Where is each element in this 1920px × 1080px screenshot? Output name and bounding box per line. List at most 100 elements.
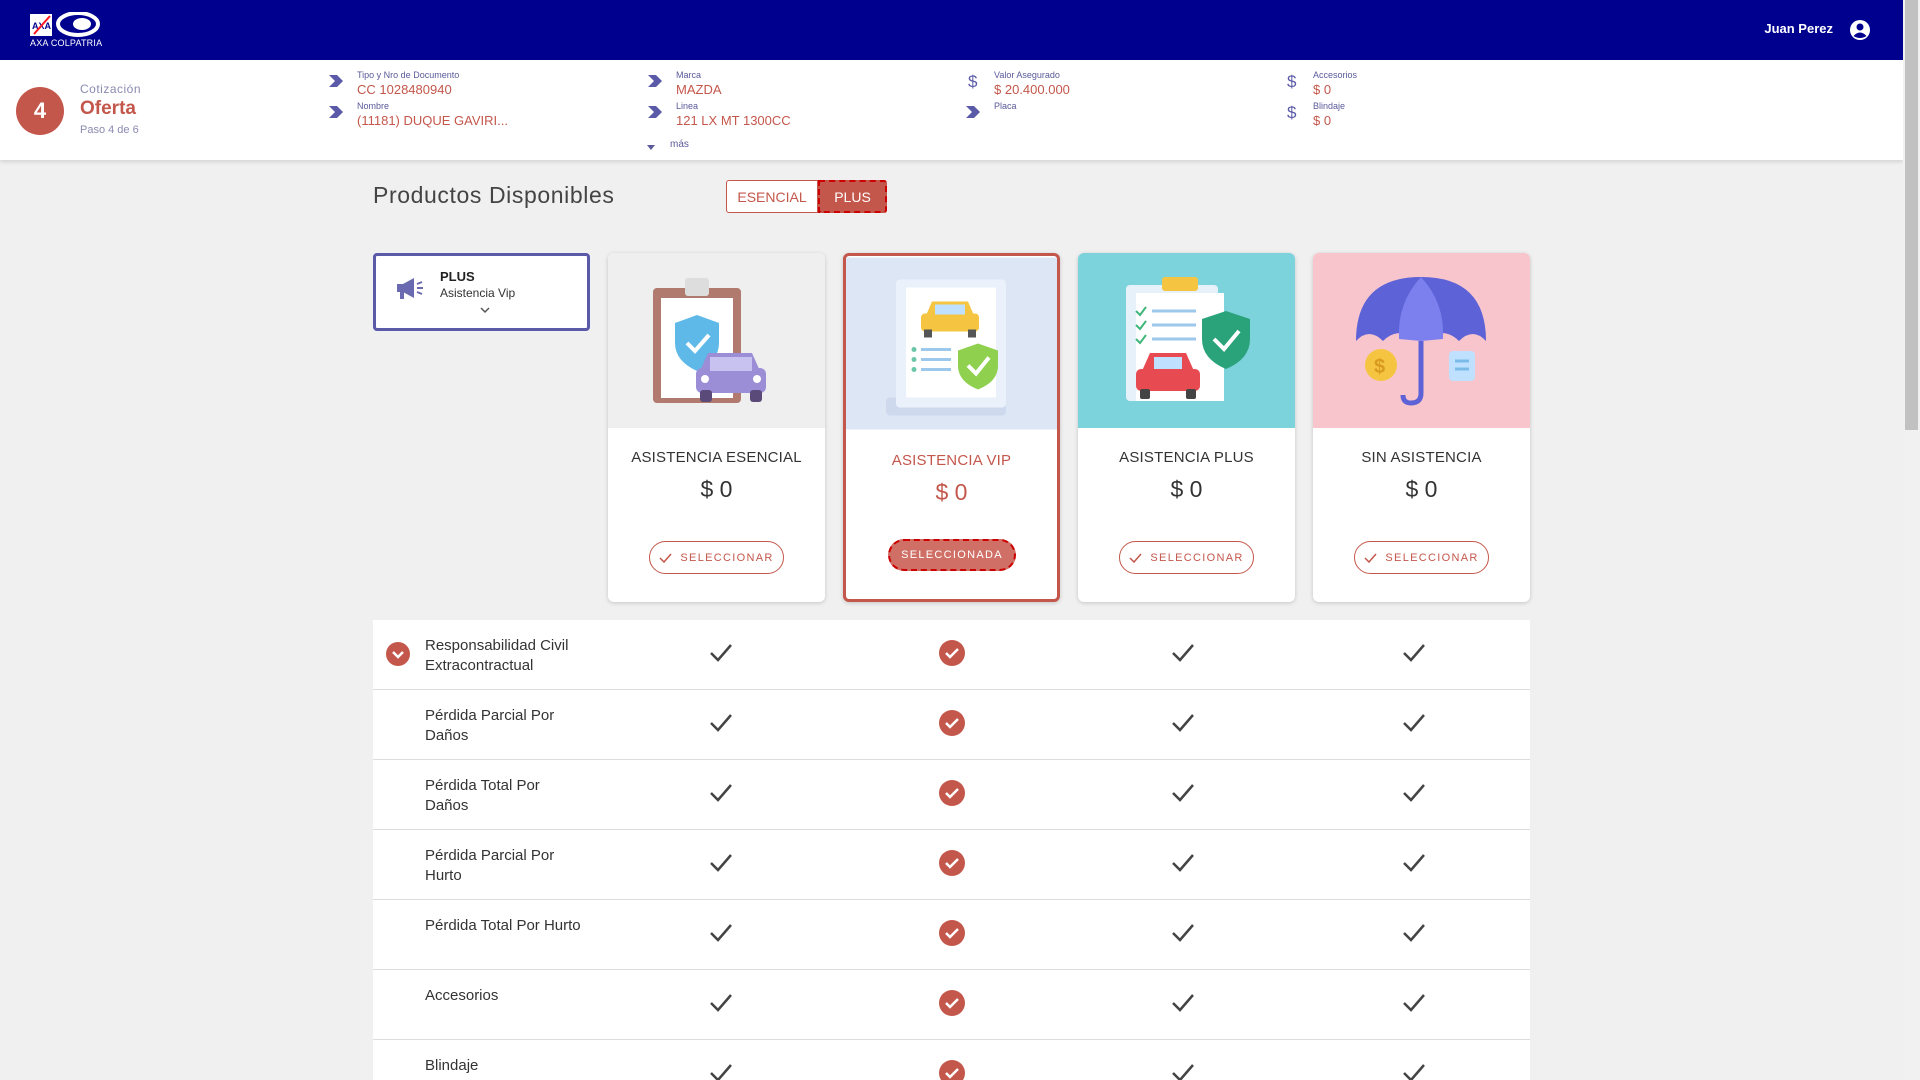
check-circle-icon — [939, 990, 965, 1016]
check-icon — [1172, 994, 1194, 1012]
table-row: Blindaje — [373, 1040, 1530, 1080]
select-button[interactable]: SELECCIONAR — [649, 541, 784, 574]
coverage-label: Pérdida Total Por Hurto — [425, 917, 581, 934]
field-value: CC 1028480940 — [357, 82, 452, 97]
plan-subtitle: Asistencia Vip — [440, 286, 516, 300]
step-title: Oferta — [80, 98, 136, 119]
step-kicker: Cotización — [80, 82, 142, 96]
check-icon — [659, 553, 672, 563]
selected-button[interactable]: SELECCIONADA — [888, 539, 1016, 571]
svg-text:$: $ — [1287, 72, 1297, 90]
check-icon — [1403, 714, 1425, 732]
check-icon — [1403, 924, 1425, 942]
plan-title: PLUS — [440, 269, 475, 284]
field-value: $ 20.400.000 — [994, 82, 1070, 97]
chevron-right-icon — [966, 106, 980, 118]
dollar-icon: $ — [1287, 103, 1297, 121]
product-card-asistencia-plus: ASISTENCIA PLUS $ 0 SELECCIONAR — [1078, 253, 1295, 602]
check-circle-icon — [939, 1060, 965, 1080]
step-number: 4 — [16, 87, 64, 135]
check-circle-icon — [939, 920, 965, 946]
check-icon — [1129, 553, 1142, 563]
step-progress: Paso 4 de 6 — [80, 124, 139, 136]
chevron-down-icon — [480, 307, 490, 314]
chevron-right-icon — [329, 75, 343, 87]
umbrella-illustration: $ — [1313, 253, 1530, 428]
check-icon — [710, 784, 732, 802]
toggle-plus[interactable]: PLUS — [818, 180, 887, 213]
check-icon — [710, 1064, 732, 1080]
top-bar: AXA AXA COLPATRIA Juan Perez — [0, 0, 1903, 60]
field-label: Blindaje — [1313, 101, 1346, 111]
select-button-label: SELECCIONAR — [1150, 551, 1244, 564]
brand-name: AXA COLPATRIA — [30, 38, 103, 48]
user-name[interactable]: Juan Perez — [1764, 21, 1833, 36]
coverage-label: Responsabilidad Civil Extracontractual — [425, 637, 569, 674]
field-value: MAZDA — [676, 82, 722, 97]
check-icon — [1172, 924, 1194, 942]
check-icon — [1403, 1064, 1425, 1080]
coverage-label: Pérdida Parcial Por Daños — [425, 707, 555, 744]
table-row: Pérdida Total Por Daños — [373, 760, 1530, 830]
check-icon — [1172, 784, 1194, 802]
select-button-label: SELECCIONADA — [901, 549, 1003, 561]
quote-summary-bar: 4 Cotización Oferta Paso 4 de 6 Tipo y N… — [0, 60, 1903, 160]
coverage-label: Pérdida Parcial Por Hurto — [425, 847, 555, 884]
more-link[interactable]: más — [670, 139, 689, 150]
megaphone-icon — [397, 278, 423, 299]
product-name: ASISTENCIA VIP — [891, 452, 1012, 469]
product-price: $ 0 — [1170, 476, 1203, 502]
check-circle-icon — [939, 640, 965, 666]
chevron-right-icon — [648, 106, 662, 118]
table-row: Accesorios — [373, 970, 1530, 1040]
table-row: Pérdida Parcial Por Hurto — [373, 830, 1530, 900]
toggle-esencial[interactable]: ESENCIAL — [726, 180, 818, 213]
clipboard-car-illustration — [608, 253, 825, 428]
table-row: Pérdida Parcial Por Daños — [373, 690, 1530, 760]
document-car-illustration — [846, 257, 1057, 430]
coverage-table: Responsabilidad Civil Extracontractual P… — [373, 620, 1530, 1080]
field-label: Placa — [994, 101, 1017, 111]
field-value: (11181) DUQUE GAVIRI... — [357, 113, 508, 128]
svg-text:$: $ — [1287, 103, 1297, 121]
plan-dropdown[interactable]: PLUS Asistencia Vip — [373, 253, 590, 331]
coverage-label: Pérdida Total Por Daños — [425, 777, 540, 814]
user-circle-icon[interactable] — [1849, 19, 1871, 41]
svg-text:$: $ — [968, 72, 978, 90]
dollar-icon: $ — [1287, 72, 1297, 90]
check-icon — [710, 994, 732, 1012]
select-button-label: SELECCIONAR — [1385, 551, 1479, 564]
check-icon — [1172, 1064, 1194, 1080]
field-label: Tipo y Nro de Documento — [357, 70, 460, 80]
vertical-scrollbar[interactable] — [1903, 0, 1920, 1080]
caret-down-icon[interactable] — [647, 145, 655, 150]
check-circle-icon — [939, 850, 965, 876]
check-icon — [1403, 644, 1425, 662]
field-value: 121 LX MT 1300CC — [676, 113, 791, 128]
product-name: ASISTENCIA ESENCIAL — [631, 449, 802, 466]
check-icon — [710, 854, 732, 872]
product-name: SIN ASISTENCIA — [1361, 449, 1482, 466]
select-button[interactable]: SELECCIONAR — [1354, 541, 1489, 574]
field-label: Nombre — [357, 101, 390, 111]
product-price: $ 0 — [1405, 476, 1438, 502]
product-card-sin-asistencia: $ SIN ASISTENCIA $ 0 SELECCIONAR — [1313, 253, 1530, 602]
coverage-label: Blindaje — [425, 1057, 479, 1074]
select-button-label: SELECCIONAR — [680, 551, 774, 564]
field-label: Linea — [676, 101, 699, 111]
field-value: $ 0 — [1313, 113, 1332, 128]
checklist-car-shield-illustration — [1078, 253, 1295, 428]
field-value: $ 0 — [1313, 82, 1332, 97]
chevron-right-icon — [329, 106, 343, 118]
select-button[interactable]: SELECCIONAR — [1119, 541, 1254, 574]
product-card-asistencia-vip: ASISTENCIA VIP $ 0 SELECCIONADA — [843, 253, 1060, 602]
chevron-down-circle-icon[interactable] — [386, 642, 410, 666]
product-price: $ 0 — [700, 476, 733, 502]
plan-type-toggle: ESENCIAL PLUS — [726, 180, 887, 213]
check-icon — [1172, 644, 1194, 662]
field-label: Valor Asegurado — [994, 70, 1060, 80]
table-row: Responsabilidad Civil Extracontractual — [373, 620, 1530, 690]
check-icon — [1172, 714, 1194, 732]
scrollbar-thumb[interactable] — [1905, 0, 1918, 430]
coverage-label: Accesorios — [425, 987, 499, 1004]
